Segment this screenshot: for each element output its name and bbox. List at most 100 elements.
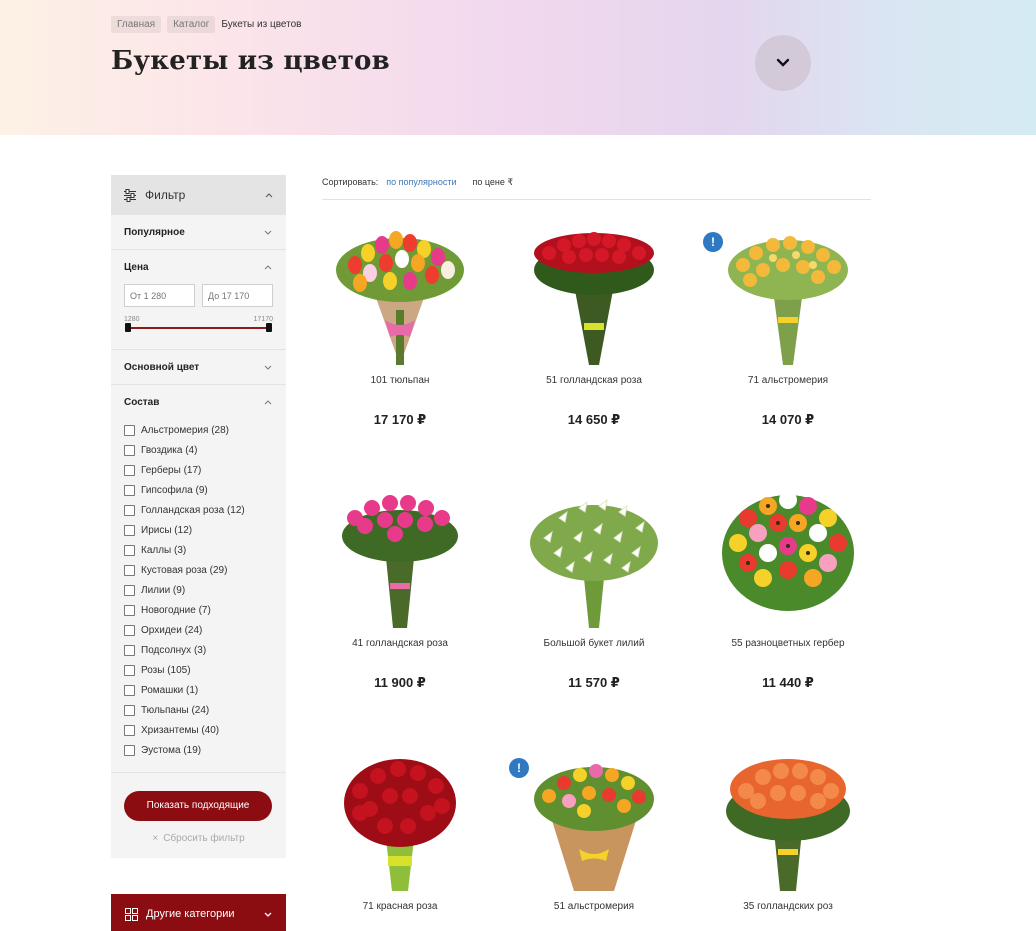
breadcrumb-home[interactable]: Главная — [111, 16, 162, 33]
composition-option[interactable]: Тюльпаны (24) — [124, 700, 273, 720]
checkbox[interactable] — [124, 644, 135, 656]
composition-option[interactable]: Ромашки (1) — [124, 680, 273, 700]
bouquet-image — [530, 498, 658, 628]
composition-option[interactable]: Голландская роза (12) — [124, 500, 273, 520]
product-card[interactable]: Большой букет лилий 11 570 ₽ — [504, 488, 684, 691]
product-card[interactable]: 71 красная роза — [310, 751, 490, 931]
checkbox[interactable] — [124, 484, 135, 496]
product-name[interactable]: 51 альстромерия — [504, 901, 684, 915]
checkbox[interactable] — [124, 704, 135, 716]
range-handle-min[interactable] — [125, 323, 131, 332]
bouquet-image — [336, 231, 464, 365]
bouquet-image — [344, 759, 456, 891]
product-name[interactable]: 71 красная роза — [310, 901, 490, 915]
product-image[interactable] — [310, 751, 490, 896]
filter-price-toggle[interactable]: Цена — [111, 250, 286, 284]
composition-option-label: Новогодние (7) — [141, 604, 211, 616]
product-name[interactable]: Большой букет лилий — [504, 638, 684, 652]
product-card[interactable]: 101 тюльпан 17 170 ₽ — [310, 225, 490, 428]
checkbox[interactable] — [124, 684, 135, 696]
product-card[interactable]: ! 71 альстромерия 14 070 ₽ — [698, 225, 878, 428]
product-card[interactable]: 55 разноцветных гербер 11 440 ₽ — [698, 488, 878, 691]
filter-price-label: Цена — [124, 261, 149, 273]
filter-sidebar: Фильтр Популярное Цена 1280 17170 Основн… — [111, 175, 286, 858]
composition-option[interactable]: Лилии (9) — [124, 580, 273, 600]
show-results-button[interactable]: Показать подходящие — [124, 791, 272, 821]
composition-option[interactable]: Новогодние (7) — [124, 600, 273, 620]
chevron-down-icon — [263, 227, 273, 237]
filter-header[interactable]: Фильтр — [111, 175, 286, 215]
other-categories-button[interactable]: Другие категории — [111, 894, 286, 931]
filter-popular-toggle[interactable]: Популярное — [111, 215, 286, 249]
composition-option[interactable]: Хризантемы (40) — [124, 720, 273, 740]
breadcrumb: Главная Каталог Букеты из цветов — [111, 16, 307, 33]
checkbox[interactable] — [124, 724, 135, 736]
price-range-slider[interactable] — [125, 323, 272, 332]
product-card[interactable]: 51 голландская роза 14 650 ₽ — [504, 225, 684, 428]
composition-option-label: Розы (105) — [141, 664, 191, 676]
checkbox[interactable] — [124, 444, 135, 456]
composition-option[interactable]: Орхидеи (24) — [124, 620, 273, 640]
chevron-down-icon — [776, 58, 790, 67]
product-image[interactable] — [698, 488, 878, 633]
checkbox[interactable] — [124, 744, 135, 756]
composition-option[interactable]: Гвоздика (4) — [124, 440, 273, 460]
composition-option[interactable]: Ирисы (12) — [124, 520, 273, 540]
checkbox[interactable] — [124, 504, 135, 516]
checkbox[interactable] — [124, 564, 135, 576]
product-image[interactable] — [504, 488, 684, 633]
product-card[interactable]: 41 голландская роза 11 900 ₽ — [310, 488, 490, 691]
sort-by-popularity[interactable]: по популярности — [386, 177, 456, 199]
filter-color-toggle[interactable]: Основной цвет — [111, 350, 286, 384]
chevron-up-icon — [263, 397, 273, 407]
expand-description-button[interactable] — [755, 35, 811, 91]
composition-option[interactable]: Эустома (19) — [124, 740, 273, 760]
product-card[interactable]: 35 голландских роз — [698, 751, 878, 931]
composition-option[interactable]: Гипсофила (9) — [124, 480, 273, 500]
composition-option[interactable]: Подсолнух (3) — [124, 640, 273, 660]
composition-option[interactable]: Кустовая роза (29) — [124, 560, 273, 580]
product-image[interactable] — [310, 225, 490, 370]
product-card[interactable]: ! 51 альстромерия — [504, 751, 684, 931]
checkbox[interactable] — [124, 624, 135, 636]
product-image[interactable] — [504, 751, 684, 896]
filter-composition-label: Состав — [124, 396, 160, 408]
filter-section-popular: Популярное — [111, 215, 286, 250]
product-name[interactable]: 55 разноцветных гербер — [698, 638, 878, 652]
product-name[interactable]: 71 альстромерия — [698, 375, 878, 389]
composition-option-label: Гвоздика (4) — [141, 444, 198, 456]
product-name[interactable]: 51 голландская роза — [504, 375, 684, 389]
filter-section-color: Основной цвет — [111, 350, 286, 385]
checkbox[interactable] — [124, 524, 135, 536]
product-image[interactable] — [310, 488, 490, 633]
product-name[interactable]: 41 голландская роза — [310, 638, 490, 652]
composition-option-label: Голландская роза (12) — [141, 504, 245, 516]
filter-section-price: Цена 1280 17170 — [111, 250, 286, 350]
composition-option[interactable]: Альстромерия (28) — [124, 420, 273, 440]
checkbox[interactable] — [124, 584, 135, 596]
filter-sliders-icon — [124, 188, 136, 202]
product-image[interactable] — [504, 225, 684, 370]
price-to-input[interactable] — [202, 284, 273, 307]
breadcrumb-catalog[interactable]: Каталог — [167, 16, 216, 33]
product-image[interactable] — [698, 751, 878, 896]
checkbox[interactable] — [124, 604, 135, 616]
product-name[interactable]: 101 тюльпан — [310, 375, 490, 389]
product-price: 11 440 ₽ — [762, 675, 814, 690]
composition-option[interactable]: Каллы (3) — [124, 540, 273, 560]
checkbox[interactable] — [124, 424, 135, 436]
composition-option[interactable]: Розы (105) — [124, 660, 273, 680]
composition-checklist: Альстромерия (28) Гвоздика (4) Герберы (… — [111, 419, 286, 772]
filter-composition-toggle[interactable]: Состав — [111, 385, 286, 419]
price-from-input[interactable] — [124, 284, 195, 307]
checkbox[interactable] — [124, 664, 135, 676]
checkbox[interactable] — [124, 464, 135, 476]
sort-by-price[interactable]: по цене ₹ — [472, 177, 513, 199]
composition-option-label: Альстромерия (28) — [141, 424, 229, 436]
product-image[interactable] — [698, 225, 878, 370]
composition-option[interactable]: Герберы (17) — [124, 460, 273, 480]
range-handle-max[interactable] — [266, 323, 272, 332]
checkbox[interactable] — [124, 544, 135, 556]
reset-filter-link[interactable]: × Сбросить фильтр — [124, 833, 273, 844]
product-name[interactable]: 35 голландских роз — [698, 901, 878, 915]
